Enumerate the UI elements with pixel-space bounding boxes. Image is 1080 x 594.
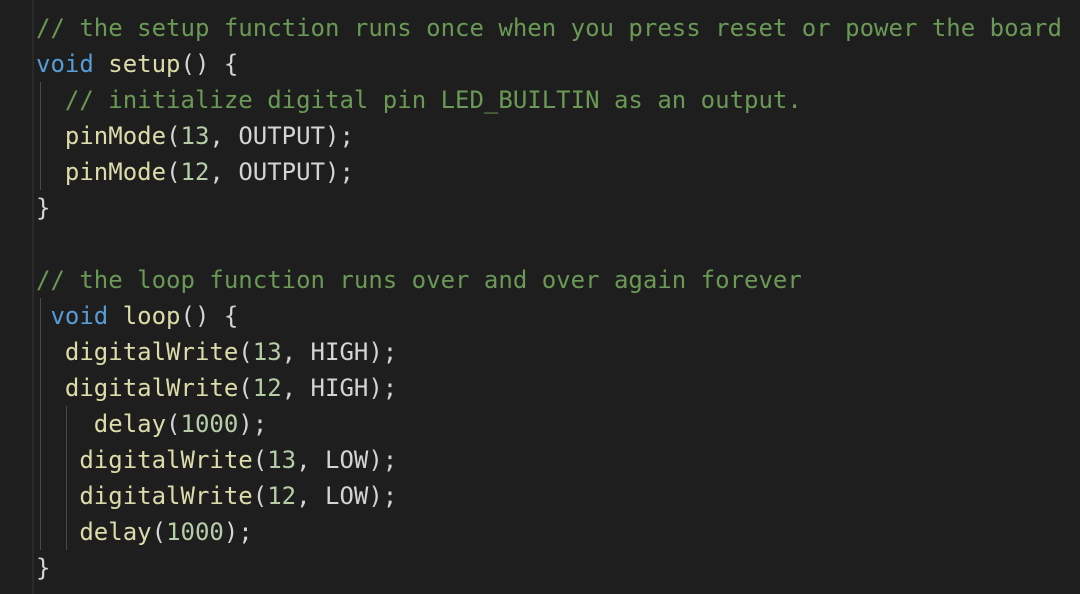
code-line[interactable]: delay(1000); [36,406,267,442]
code-token: digitalWrite [64,374,239,402]
code-line[interactable]: void setup() { [36,46,238,82]
code-line[interactable]: // the loop function runs over and over … [36,262,802,298]
code-token: , HIGH); [281,338,398,366]
code-token: 12 [267,482,297,510]
editor-gutter [32,0,34,594]
code-token: 1000 [166,518,224,546]
code-token: digitalWrite [64,338,239,366]
code-token: void [50,302,109,330]
code-token: // the setup function runs once when you… [36,14,1062,42]
code-token: ( [238,374,253,402]
code-token: setup [108,50,181,78]
code-token: , HIGH); [281,374,398,402]
code-token: 13 [180,122,210,150]
code-token: 1000 [180,410,239,438]
code-token: } [36,194,51,222]
code-token: () { [180,50,239,78]
code-token: ( [238,338,253,366]
code-line[interactable]: digitalWrite(12, LOW); [36,478,397,514]
code-line[interactable]: digitalWrite(13, LOW); [36,442,397,478]
code-token: ); [223,518,253,546]
code-line[interactable]: delay(1000); [36,514,253,550]
code-token: delay [79,518,152,546]
code-token: digitalWrite [79,446,253,474]
code-token: } [36,554,51,582]
code-line[interactable]: pinMode(12, OUTPUT); [36,154,354,190]
code-token: ( [151,518,167,546]
code-token: ( [166,158,181,186]
code-token: () { [180,302,239,330]
code-token: 12 [180,158,210,186]
code-token: 13 [267,446,297,474]
code-token: ( [252,446,268,474]
code-token: pinMode [64,158,167,186]
code-token: delay [93,410,167,438]
code-token: digitalWrite [79,482,253,510]
code-token: ); [238,410,268,438]
code-token: , OUTPUT); [209,122,354,150]
code-token: ( [166,410,181,438]
code-line[interactable]: // the setup function runs once when you… [36,10,1062,46]
code-token: 12 [252,374,282,402]
code-line[interactable]: pinMode(13, OUTPUT); [36,118,354,154]
code-token: ( [252,482,268,510]
code-token: 13 [252,338,282,366]
code-line[interactable]: // initialize digital pin LED_BUILTIN as… [36,82,802,118]
code-token: ( [166,122,181,150]
code-line[interactable]: digitalWrite(12, HIGH); [36,370,397,406]
code-token: pinMode [64,122,167,150]
code-line[interactable]: void loop() { [36,298,238,334]
code-token: // initialize digital pin LED_BUILTIN as… [64,86,802,114]
code-line[interactable]: digitalWrite(13, HIGH); [36,334,397,370]
code-token: , OUTPUT); [209,158,354,186]
code-line[interactable]: } [36,550,50,586]
code-token: void [36,50,94,78]
code-token: , LOW); [296,482,398,510]
code-line[interactable]: } [36,190,50,226]
code-token: // the loop function runs over and over … [36,266,802,294]
code-token: , LOW); [296,446,398,474]
code-editor[interactable]: // the setup function runs once when you… [0,0,1080,594]
code-token: loop [122,302,181,330]
